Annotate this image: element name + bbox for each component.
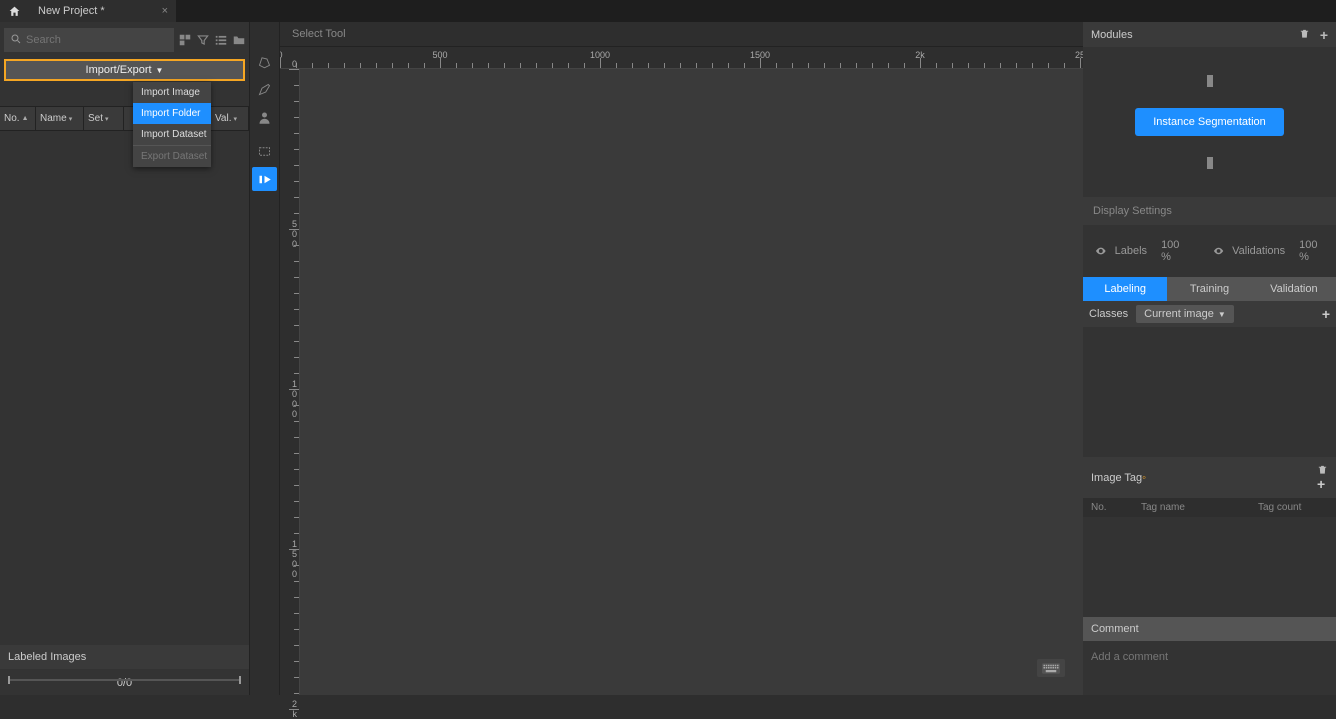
- filter-icon[interactable]: [196, 31, 210, 49]
- connector-top: [1207, 75, 1213, 87]
- tool-strip: [250, 22, 280, 695]
- trash-icon[interactable]: [1317, 463, 1328, 476]
- folder-icon[interactable]: [232, 31, 246, 49]
- image-tag-columns: No. Tag name Tag count: [1083, 498, 1336, 517]
- menu-export-dataset: Export Dataset: [133, 146, 211, 167]
- classes-scope[interactable]: Current image▼: [1136, 305, 1234, 323]
- tab-validation[interactable]: Validation: [1252, 277, 1336, 301]
- image-list-body: [0, 131, 249, 645]
- col-set[interactable]: Set▾: [84, 107, 124, 130]
- trash-icon[interactable]: [1299, 27, 1310, 43]
- image-tag-body: [1083, 517, 1336, 617]
- tab-training[interactable]: Training: [1167, 277, 1251, 301]
- home-tab[interactable]: [0, 0, 28, 22]
- eye-icon: [1213, 244, 1224, 258]
- brush-tool[interactable]: [252, 77, 277, 101]
- labels-visibility[interactable]: Labels 100 %: [1095, 239, 1187, 263]
- left-panel: Import/Export ▼ Import Image Import Fold…: [0, 22, 250, 695]
- comment-title: Comment: [1083, 617, 1336, 641]
- eye-icon: [1095, 244, 1107, 258]
- col-no[interactable]: No.▲: [0, 107, 36, 130]
- labeled-images-title: Labeled Images: [0, 645, 249, 669]
- ruler-vertical: 0500100015002k: [280, 69, 300, 695]
- chevron-down-icon: ▼: [156, 66, 164, 75]
- close-tab-icon[interactable]: ×: [162, 5, 168, 17]
- import-export-label: Import/Export: [86, 64, 152, 76]
- modules-title: Modules: [1091, 29, 1133, 41]
- menu-import-image[interactable]: Import Image: [133, 82, 211, 103]
- display-settings-title: Display Settings: [1083, 197, 1336, 225]
- right-panel: Modules + Instance Segmentation Display …: [1083, 22, 1336, 695]
- search-icon: [10, 33, 22, 45]
- comment-input[interactable]: Add a comment: [1083, 641, 1336, 673]
- import-export-menu: Import Image Import Folder Import Datase…: [133, 82, 211, 167]
- home-icon: [8, 5, 21, 18]
- ruler-horizontal: 0500100015002k25: [280, 47, 1083, 69]
- canvas-area: Select Tool 0500100015002k25 05001000150…: [280, 22, 1083, 695]
- project-title: New Project *: [38, 5, 105, 17]
- rect-tool[interactable]: [252, 139, 277, 163]
- image-table-header: No.▲ Name▾ Set▾ Val.▾: [0, 106, 249, 131]
- polygon-tool[interactable]: [252, 49, 277, 73]
- classes-body: [1083, 327, 1336, 457]
- tab-labeling[interactable]: Labeling: [1083, 277, 1167, 301]
- canvas[interactable]: [300, 69, 1083, 695]
- connector-bottom: [1207, 157, 1213, 169]
- image-tag-title: Image Tag: [1091, 472, 1142, 484]
- project-tab[interactable]: New Project * ×: [28, 0, 176, 22]
- add-class-icon[interactable]: +: [1322, 306, 1330, 322]
- menu-import-folder[interactable]: Import Folder: [133, 103, 211, 124]
- select-tool-bar: Select Tool: [280, 22, 1083, 47]
- search-input[interactable]: [4, 28, 174, 52]
- validations-visibility[interactable]: Validations 100 %: [1213, 239, 1324, 263]
- add-tag-icon[interactable]: +: [1317, 476, 1325, 492]
- import-export-button[interactable]: Import/Export ▼: [4, 59, 245, 81]
- col-name[interactable]: Name▾: [36, 107, 84, 130]
- module-chip[interactable]: Instance Segmentation: [1135, 108, 1284, 136]
- play-tool[interactable]: [252, 167, 277, 191]
- user-tool[interactable]: [252, 105, 277, 129]
- image-grid-icon[interactable]: [178, 31, 192, 49]
- keyboard-icon[interactable]: [1037, 659, 1065, 677]
- col-val[interactable]: Val.▾: [211, 107, 249, 130]
- mode-tabs: Labeling Training Validation: [1083, 277, 1336, 301]
- classes-label: Classes: [1089, 308, 1128, 320]
- progress-bar[interactable]: [8, 679, 241, 681]
- add-module-icon[interactable]: +: [1320, 27, 1328, 43]
- menu-import-dataset[interactable]: Import Dataset: [133, 124, 211, 145]
- list-icon[interactable]: [214, 31, 228, 49]
